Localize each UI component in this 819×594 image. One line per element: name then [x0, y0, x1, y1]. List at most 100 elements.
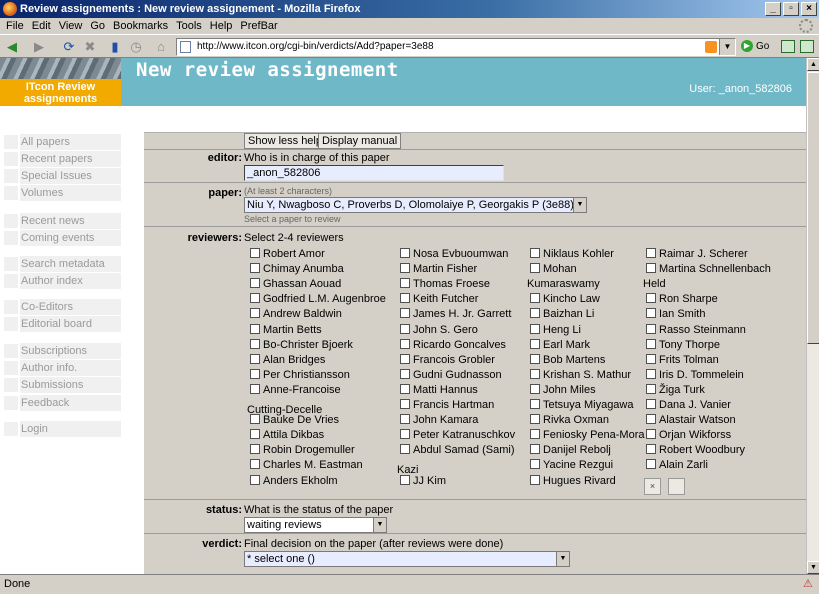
go-button[interactable]: ▶ Go: [741, 40, 769, 52]
reviewer-checkbox[interactable]: [400, 429, 410, 440]
reviewer-checkbox[interactable]: [250, 353, 260, 364]
reviewer-checkbox[interactable]: [646, 308, 656, 319]
sidebar-item-submissions[interactable]: Submissions: [0, 377, 121, 393]
status-select[interactable]: waiting reviews ▼: [244, 517, 387, 533]
sidebar-item-author-info[interactable]: Author info.: [0, 360, 121, 376]
reviewer-checkbox-item[interactable]: Francois Grobler: [400, 353, 495, 367]
reviewer-checkbox[interactable]: [400, 338, 410, 349]
sidebar-item-co-editors[interactable]: Co-Editors: [0, 299, 121, 315]
reviewer-checkbox-item[interactable]: Žiga Turk: [646, 383, 705, 397]
reviewer-checkbox[interactable]: [530, 383, 540, 394]
reviewer-checkbox[interactable]: [400, 383, 410, 394]
reviewer-checkbox[interactable]: [400, 368, 410, 379]
reviewer-checkbox[interactable]: [646, 248, 656, 258]
reviewer-checkbox[interactable]: [646, 399, 656, 409]
reviewer-checkbox-item[interactable]: Thomas Froese: [400, 277, 490, 291]
reviewer-checkbox-item[interactable]: Baizhan Li: [530, 307, 594, 321]
reviewer-checkbox[interactable]: [250, 338, 260, 349]
extra-box-button[interactable]: [668, 478, 685, 495]
sidebar-item-subscriptions[interactable]: Subscriptions: [0, 343, 121, 359]
reviewer-checkbox-item[interactable]: Per Christiansson: [250, 368, 350, 382]
reviewer-checkbox[interactable]: [400, 278, 410, 289]
reviewer-checkbox[interactable]: [530, 368, 540, 379]
reviewer-checkbox[interactable]: [250, 278, 260, 289]
reviewer-checkbox-item[interactable]: Gudni Gudnasson: [400, 368, 502, 382]
reviewer-checkbox-item[interactable]: Godfried L.M. Augenbroe: [250, 292, 386, 306]
reviewer-checkbox-item[interactable]: Robert Amor: [250, 247, 325, 261]
menu-help[interactable]: Help: [208, 18, 239, 34]
minimize-button[interactable]: _: [765, 2, 781, 16]
toolbar-extension-icon[interactable]: [781, 40, 795, 53]
reviewer-checkbox-item[interactable]: Krishan S. Mathur: [530, 368, 631, 382]
reviewer-checkbox-item[interactable]: Dana J. Vanier: [646, 398, 731, 412]
reviewer-checkbox[interactable]: [250, 429, 260, 440]
reviewer-checkbox-item[interactable]: Orjan Wikforss: [646, 428, 731, 442]
reviewer-checkbox-item[interactable]: Ricardo Goncalves: [400, 338, 506, 352]
stop-icon[interactable]: ✖: [81, 39, 99, 55]
reviewer-checkbox[interactable]: [646, 459, 656, 470]
reviewer-checkbox[interactable]: [250, 308, 260, 319]
reviewer-checkbox-item[interactable]: Alastair Watson: [646, 413, 736, 427]
display-manual-button[interactable]: Display manual: [318, 133, 402, 149]
scroll-down-icon[interactable]: ▼: [807, 561, 819, 574]
reviewer-checkbox-item[interactable]: Anne-Francoise: [250, 383, 341, 397]
reviewer-checkbox-item[interactable]: Anders Ekholm: [250, 474, 338, 488]
reviewer-checkbox-item[interactable]: Yacine Rezgui: [530, 458, 613, 472]
back-arrow-icon[interactable]: ◀: [3, 39, 21, 55]
reviewer-checkbox-item[interactable]: Tony Thorpe: [646, 338, 720, 352]
prefbar-icon[interactable]: ▮: [106, 39, 124, 55]
reviewer-checkbox[interactable]: [646, 383, 656, 394]
vertical-scrollbar[interactable]: ▲ ▼: [806, 58, 819, 574]
menu-prefbar[interactable]: PrefBar: [238, 18, 283, 34]
sidebar-item-all-papers[interactable]: All papers: [0, 134, 121, 150]
scroll-thumb[interactable]: [807, 72, 819, 344]
reviewer-checkbox[interactable]: [646, 444, 656, 455]
reviewer-checkbox[interactable]: [530, 308, 540, 319]
maximize-button[interactable]: ▫: [783, 2, 799, 16]
reviewer-checkbox[interactable]: [646, 263, 656, 274]
sidebar-item-recent-papers[interactable]: Recent papers: [0, 151, 121, 167]
rss-feed-icon[interactable]: [705, 41, 717, 53]
reviewer-checkbox[interactable]: [646, 338, 656, 349]
reviewer-checkbox[interactable]: [400, 414, 410, 425]
reviewer-checkbox[interactable]: [530, 353, 540, 364]
reviewer-checkbox-item[interactable]: Alan Bridges: [250, 353, 325, 367]
paper-select[interactable]: Niu Y, Nwagboso C, Proverbs D, Olomolaiy…: [244, 197, 587, 213]
reviewer-checkbox[interactable]: [530, 323, 540, 334]
reviewer-checkbox-item[interactable]: Raimar J. Scherer: [646, 247, 748, 261]
reviewer-checkbox-item[interactable]: Robin Drogemuller: [250, 443, 355, 457]
reviewer-checkbox-item[interactable]: Martin Betts: [250, 323, 322, 337]
reviewer-checkbox-item[interactable]: Iris D. Tommelein: [646, 368, 744, 382]
sidebar-item-recent-news[interactable]: Recent news: [0, 213, 121, 229]
reviewer-checkbox[interactable]: [530, 459, 540, 470]
reviewer-checkbox[interactable]: [250, 368, 260, 379]
reviewer-checkbox[interactable]: [530, 338, 540, 349]
reviewer-checkbox-item[interactable]: Tetsuya Miyagawa: [530, 398, 634, 412]
sidebar-item-volumes[interactable]: Volumes: [0, 185, 121, 201]
sidebar-item-feedback[interactable]: Feedback: [0, 395, 121, 411]
reviewer-checkbox[interactable]: [530, 399, 540, 409]
reviewer-checkbox[interactable]: [250, 248, 260, 258]
reviewer-checkbox-item[interactable]: Abdul Samad (Sami): [400, 443, 515, 457]
reviewer-checkbox[interactable]: [250, 459, 260, 470]
sidebar-item-special-issues[interactable]: Special Issues: [0, 168, 121, 184]
reviewer-checkbox-item[interactable]: Earl Mark: [530, 338, 590, 352]
menu-edit[interactable]: Edit: [30, 18, 57, 34]
reviewer-checkbox-item[interactable]: Bob Martens: [530, 353, 605, 367]
reviewer-checkbox[interactable]: [646, 323, 656, 334]
reviewer-checkbox-item[interactable]: Ian Smith: [646, 307, 705, 321]
reviewer-checkbox-item[interactable]: Martin Fisher: [400, 262, 477, 276]
sidebar-item-editorial-board[interactable]: Editorial board: [0, 316, 121, 332]
editor-field[interactable]: _anon_582806: [244, 165, 504, 181]
reviewer-checkbox[interactable]: [400, 444, 410, 455]
reviewer-checkbox[interactable]: [400, 248, 410, 258]
reviewer-checkbox-item[interactable]: Frits Tolman: [646, 353, 719, 367]
history-icon[interactable]: ◷: [127, 39, 145, 55]
scroll-up-icon[interactable]: ▲: [807, 58, 819, 71]
reviewer-checkbox[interactable]: [250, 263, 260, 274]
reviewer-checkbox-item[interactable]: Andrew Baldwin: [250, 307, 342, 321]
reviewer-checkbox[interactable]: [530, 263, 540, 274]
reviewer-checkbox-item[interactable]: Martina Schnellenbach: [646, 262, 771, 276]
reviewer-checkbox[interactable]: [530, 474, 540, 485]
forward-arrow-icon[interactable]: ▶: [30, 39, 48, 55]
